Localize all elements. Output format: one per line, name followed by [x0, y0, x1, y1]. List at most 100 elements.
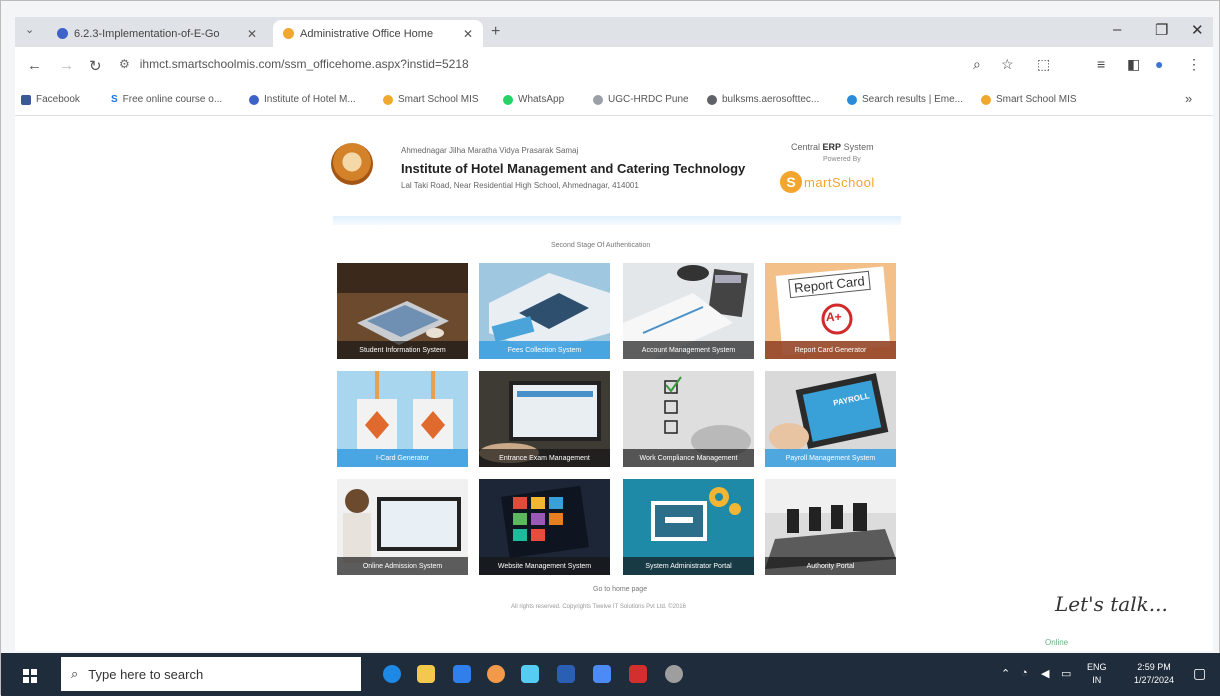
- logo-s-icon: S: [780, 171, 802, 193]
- bookmark-label: Facebook: [36, 94, 80, 105]
- page-content: Ahmednagar Jilha Maratha Vidya Prasarak …: [15, 116, 1213, 651]
- ugc-icon: [593, 94, 603, 105]
- smartschool-icon: [981, 94, 991, 105]
- module-authority-portal[interactable]: Authority Portal: [765, 479, 896, 575]
- search-icon: ⌕: [71, 666, 79, 681]
- browser-toolbar: ← → ↻ ⚙ ihmct.smartschoolmis.com/ssm_offi…: [15, 47, 1213, 85]
- word-icon[interactable]: [557, 665, 575, 683]
- side-panel-icon[interactable]: ◧: [1127, 56, 1140, 73]
- store-icon[interactable]: [453, 665, 471, 683]
- module-label: Student Information System: [337, 341, 468, 359]
- module-label: Entrance Exam Management: [479, 449, 610, 467]
- snipping-tool-icon[interactable]: [665, 665, 683, 683]
- chrome-active-icon[interactable]: [593, 665, 611, 683]
- back-icon[interactable]: ←: [27, 57, 42, 74]
- bookmark-star-icon[interactable]: ☆: [1001, 56, 1014, 73]
- page-title: Institute of Hotel Management and Cateri…: [401, 161, 746, 176]
- clock-time: 2:59 PM: [1137, 662, 1171, 672]
- minimize-icon[interactable]: –: [1113, 21, 1121, 38]
- institute-icon: [249, 94, 259, 105]
- bookmark-label: UGC-HRDC Pune: [608, 94, 689, 105]
- org-name: Ahmednagar Jilha Maratha Vidya Prasarak …: [401, 146, 579, 155]
- edge-icon[interactable]: [383, 665, 401, 683]
- erp-label: Central ERP System: [791, 142, 874, 152]
- module-label: Work Compliance Management: [623, 449, 754, 467]
- module-label: Account Management System: [623, 341, 754, 359]
- bookmark-item[interactable]: Search results | Eme...: [847, 94, 963, 105]
- module-student-information[interactable]: Student Information System: [337, 263, 468, 359]
- forward-icon[interactable]: →: [59, 57, 74, 74]
- restore-icon[interactable]: ❐: [1155, 21, 1168, 39]
- bookmark-item[interactable]: S Free online course o...: [111, 94, 222, 105]
- reading-list-icon[interactable]: ≡: [1097, 56, 1105, 72]
- bookmark-item[interactable]: Facebook: [21, 94, 80, 105]
- module-system-admin[interactable]: System Administrator Portal: [623, 479, 754, 575]
- bookmark-item[interactable]: Smart School MIS: [383, 94, 479, 105]
- tab-active[interactable]: Administrative Office Home ✕: [273, 20, 483, 47]
- chat-widget[interactable]: Let's talk...: [1055, 592, 1168, 616]
- taskbar-search[interactable]: ⌕ Type here to search: [61, 657, 361, 691]
- module-icard[interactable]: I-Card Generator: [337, 371, 468, 467]
- new-tab-button[interactable]: +: [491, 23, 500, 41]
- bookmark-item[interactable]: bulksms.aerosofttec...: [707, 94, 819, 105]
- course-icon: S: [111, 94, 118, 105]
- module-work-compliance[interactable]: Work Compliance Management: [623, 371, 754, 467]
- smartschool-logo: S martSchool: [780, 170, 875, 194]
- address-bar[interactable]: ⚙ ihmct.smartschoolmis.com/ssm_officehome…: [119, 57, 469, 71]
- tab-search-icon[interactable]: ⌄: [25, 23, 34, 36]
- module-label: Website Management System: [479, 557, 610, 575]
- go-home-link[interactable]: Go to home page: [593, 586, 647, 593]
- module-label: I-Card Generator: [337, 449, 468, 467]
- close-window-icon[interactable]: ✕: [1191, 21, 1204, 39]
- module-payroll[interactable]: PAYROLL Payroll Management System: [765, 371, 896, 467]
- bookmark-label: Smart School MIS: [996, 94, 1077, 105]
- screen: ⌄ 6.2.3-Implementation-of-E-Go ✕ Adminis…: [0, 0, 1220, 696]
- display-icon[interactable]: ▭: [1061, 667, 1071, 680]
- close-tab-icon[interactable]: ✕: [463, 27, 473, 41]
- windows-start-icon[interactable]: [23, 669, 37, 683]
- search-results-icon: [847, 94, 857, 105]
- close-tab-icon[interactable]: ✕: [247, 27, 257, 41]
- stage-label: Second Stage Of Authentication: [551, 242, 651, 249]
- bookmark-item[interactable]: Institute of Hotel M...: [249, 94, 356, 105]
- more-bookmarks-icon[interactable]: »: [1185, 91, 1192, 106]
- tab-inactive[interactable]: 6.2.3-Implementation-of-E-Go ✕: [47, 20, 267, 47]
- file-explorer-icon[interactable]: [417, 665, 435, 683]
- acrobat-icon[interactable]: [629, 665, 647, 683]
- mail-icon[interactable]: [521, 665, 539, 683]
- bookmark-item[interactable]: Smart School MIS: [981, 94, 1077, 105]
- module-label: Fees Collection System: [479, 341, 610, 359]
- erp-prefix: Central: [791, 142, 821, 152]
- bookmark-item[interactable]: WhatsApp: [503, 94, 564, 105]
- clock[interactable]: 2:59 PM 1/27/2024: [1119, 661, 1189, 687]
- reload-icon[interactable]: ↻: [89, 57, 102, 75]
- module-label: Report Card Generator: [765, 341, 896, 359]
- lang-code: ENG: [1087, 662, 1107, 672]
- module-account-management[interactable]: Account Management System: [623, 263, 754, 359]
- menu-icon[interactable]: ⋮: [1187, 56, 1201, 73]
- bookmark-item[interactable]: UGC-HRDC Pune: [593, 94, 689, 105]
- language-indicator[interactable]: ENG IN: [1087, 661, 1107, 687]
- erp-suffix: System: [843, 142, 874, 152]
- copyright-text: All rights reserved. Copyrights Twelve I…: [511, 604, 686, 610]
- show-hidden-icons[interactable]: ⌃: [1001, 667, 1010, 680]
- module-entrance-exam[interactable]: Entrance Exam Management: [479, 371, 610, 467]
- module-label: Payroll Management System: [765, 449, 896, 467]
- header-divider: [333, 216, 901, 225]
- lang-region: IN: [1092, 675, 1102, 685]
- extensions-icon[interactable]: ⬚: [1037, 56, 1050, 73]
- notifications-icon[interactable]: ▢: [1193, 665, 1206, 682]
- site-info-icon[interactable]: ⚙: [119, 57, 130, 71]
- zoom-icon[interactable]: ⌕: [973, 56, 981, 73]
- module-website-management[interactable]: Website Management System: [479, 479, 610, 575]
- erp-bold: ERP: [822, 142, 842, 152]
- module-report-card[interactable]: Report Card A+ Report Card Generator: [765, 263, 896, 359]
- module-fees-collection[interactable]: Fees Collection System: [479, 263, 610, 359]
- network-icon[interactable]: ◔: [1021, 667, 1028, 679]
- url-text: ihmct.smartschoolmis.com/ssm_officehome.…: [139, 57, 469, 71]
- profile-icon[interactable]: ●: [1155, 56, 1163, 72]
- module-online-admission[interactable]: Online Admission System: [337, 479, 468, 575]
- bookmark-label: Free online course o...: [122, 94, 223, 105]
- chrome-icon[interactable]: [487, 665, 505, 683]
- volume-icon[interactable]: ◀: [1041, 667, 1049, 680]
